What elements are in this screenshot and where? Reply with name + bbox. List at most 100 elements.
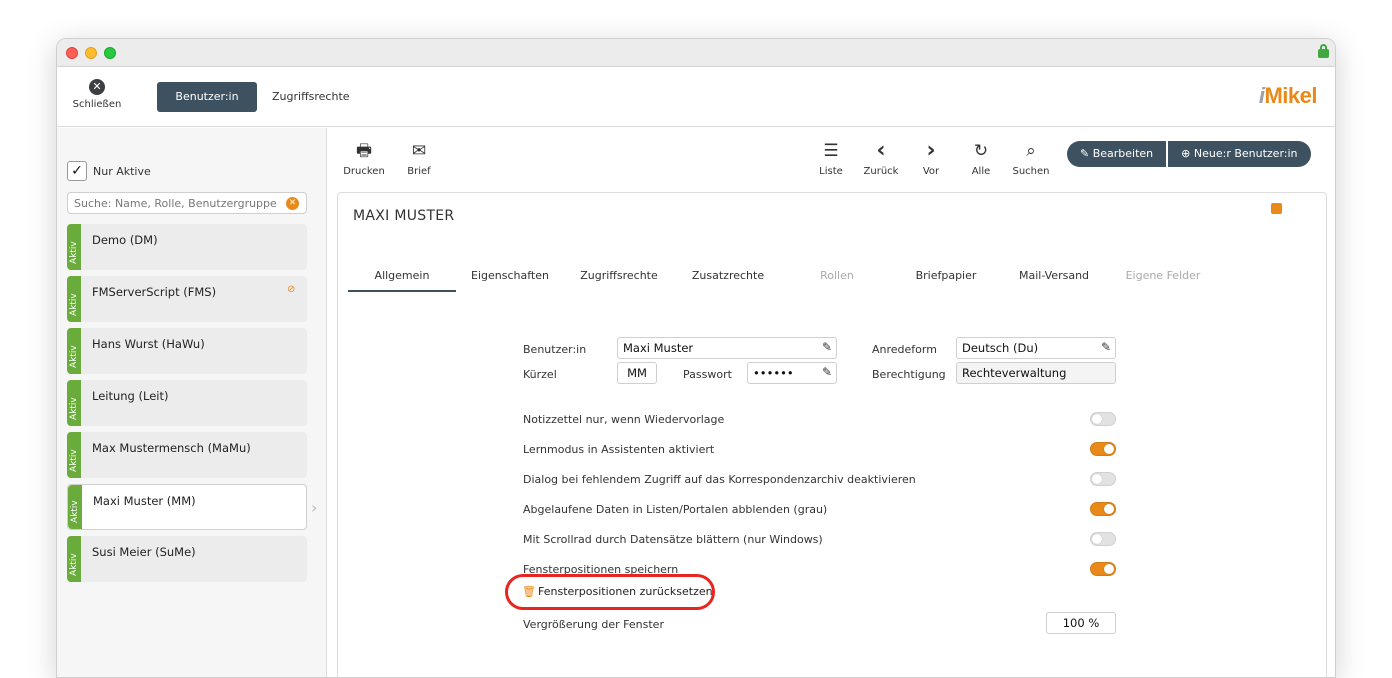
- setting-toggle[interactable]: [1090, 442, 1116, 456]
- minimize-window-button[interactable]: [85, 47, 97, 59]
- tab-users[interactable]: Benutzer:in: [157, 82, 257, 112]
- status-badge: Aktiv: [67, 380, 81, 426]
- salutation-value: Deutsch (Du): [962, 341, 1039, 355]
- search-placeholder: Suche: Name, Rolle, Benutzergruppe: [74, 197, 277, 210]
- tab-general[interactable]: Allgemein: [348, 266, 456, 292]
- user-name: Maxi Muster (MM): [93, 494, 196, 508]
- all-label: Alle: [971, 166, 991, 177]
- status-label: Aktiv: [69, 345, 79, 368]
- permission-label: Berechtigung: [872, 368, 946, 381]
- user-list-item[interactable]: Aktiv Maxi Muster (MM): [67, 484, 307, 530]
- status-badge: Aktiv: [67, 536, 81, 582]
- sticky-note-icon[interactable]: [1271, 203, 1282, 214]
- salutation-label: Anredeform: [872, 343, 937, 356]
- trash-icon: 🗑: [522, 585, 536, 598]
- user-list-item[interactable]: Aktiv Susi Meier (SuMe): [67, 536, 307, 582]
- permission-field[interactable]: Rechteverwaltung: [956, 362, 1116, 384]
- user-field[interactable]: Maxi Muster ✎: [617, 337, 837, 359]
- edit-button[interactable]: ✎ Bearbeiten: [1067, 141, 1167, 167]
- user-detail-card: MAXI MUSTER Allgemein Eigenschaften Zugr…: [337, 192, 1327, 677]
- new-user-button[interactable]: ⊕ Neue:r Benutzer:in: [1168, 141, 1311, 167]
- back-button[interactable]: ‹ Zurück: [856, 140, 906, 178]
- close-button[interactable]: ✕ Schließen: [69, 79, 125, 110]
- status-label: Aktiv: [69, 397, 79, 420]
- close-label: Schließen: [72, 99, 122, 110]
- password-field[interactable]: •••••• ✎: [747, 362, 837, 384]
- clear-search-icon[interactable]: ✕: [286, 197, 299, 210]
- user-name: Leitung (Leit): [92, 389, 169, 403]
- tab-roles[interactable]: Rollen: [782, 266, 892, 292]
- setting-toggle[interactable]: [1090, 532, 1116, 546]
- only-active-checkbox[interactable]: ✓: [67, 161, 87, 181]
- user-list-item[interactable]: Aktiv Leitung (Leit): [67, 380, 307, 426]
- user-list-item[interactable]: Aktiv Max Mustermensch (MaMu): [67, 432, 307, 478]
- setting-toggle[interactable]: [1090, 412, 1116, 426]
- zoom-window-button[interactable]: [104, 47, 116, 59]
- edit-label: Bearbeiten: [1092, 147, 1154, 160]
- setting-toggle[interactable]: [1090, 562, 1116, 576]
- setting-toggle[interactable]: [1090, 472, 1116, 486]
- reset-window-positions-button[interactable]: 🗑 Fensterpositionen zurücksetzen: [505, 574, 715, 610]
- salutation-field[interactable]: Deutsch (Du) ✎: [956, 337, 1116, 359]
- pencil-icon[interactable]: ✎: [822, 365, 832, 379]
- user-value: Maxi Muster: [623, 341, 694, 355]
- status-badge: Aktiv: [67, 224, 81, 270]
- record-title: MAXI MUSTER: [353, 208, 455, 224]
- search-input[interactable]: Suche: Name, Rolle, Benutzergruppe ✕: [67, 192, 307, 214]
- all-button[interactable]: ↻ Alle: [956, 141, 1006, 177]
- short-label: Kürzel: [523, 368, 557, 381]
- print-label: Drucken: [343, 166, 385, 177]
- zoom-label: Vergrößerung der Fenster: [523, 618, 664, 631]
- status-label: Aktiv: [69, 293, 79, 316]
- status-label: Aktiv: [69, 449, 79, 472]
- zoom-field[interactable]: 100 %: [1046, 612, 1116, 634]
- search-button[interactable]: ⌕ Suchen: [1006, 141, 1056, 177]
- pencil-icon[interactable]: ✎: [1101, 340, 1111, 354]
- user-list-item[interactable]: Aktiv Demo (DM): [67, 224, 307, 270]
- user-list-item[interactable]: Aktiv Hans Wurst (HaWu): [67, 328, 307, 374]
- user-label: Benutzer:in: [523, 343, 587, 356]
- list-icon: ☰: [823, 141, 839, 161]
- password-label: Passwort: [683, 368, 732, 381]
- tab-properties[interactable]: Eigenschaften: [456, 266, 564, 292]
- setting-label: Abgelaufene Daten in Listen/Portalen abb…: [523, 503, 828, 516]
- tab-access-rights[interactable]: Zugriffsrechte: [564, 266, 674, 292]
- user-list-item[interactable]: Aktiv FMServerScript (FMS) ⊘: [67, 276, 307, 322]
- tab-mail-sending[interactable]: Mail-Versand: [1000, 266, 1108, 292]
- short-field[interactable]: MM: [617, 362, 657, 384]
- forward-button[interactable]: › Vor: [906, 138, 956, 178]
- letter-button[interactable]: ✉ Brief: [394, 141, 444, 177]
- back-label: Zurück: [863, 166, 899, 177]
- app-window: ✕ Schließen Benutzer:in Zugriffsrechte i…: [56, 38, 1336, 678]
- status-badge: Aktiv: [67, 328, 81, 374]
- envelope-icon: ✉: [411, 141, 427, 161]
- tab-access-rights[interactable]: Zugriffsrechte: [272, 82, 350, 112]
- only-active-filter[interactable]: ✓ Nur Aktive: [67, 161, 151, 181]
- setting-label: Lernmodus in Assistenten aktiviert: [523, 443, 715, 456]
- status-label: Aktiv: [69, 241, 79, 264]
- close-window-button[interactable]: [66, 47, 78, 59]
- user-sidebar: ✓ Nur Aktive Suche: Name, Rolle, Benutze…: [57, 128, 327, 677]
- list-label: Liste: [819, 166, 843, 177]
- magnifier-icon: ⌕: [1026, 141, 1036, 161]
- pencil-icon: ✎: [1080, 147, 1093, 160]
- status-badge: Aktiv: [68, 485, 82, 529]
- search-label: Suchen: [1012, 166, 1050, 177]
- printer-icon: 🖶: [355, 141, 373, 161]
- new-user-label: Neue:r Benutzer:in: [1193, 147, 1298, 160]
- user-name: Susi Meier (SuMe): [92, 545, 196, 559]
- tab-additional-rights[interactable]: Zusatzrechte: [674, 266, 782, 292]
- print-button[interactable]: 🖶 Drucken: [339, 141, 389, 177]
- setting-label: Notizzettel nur, wenn Wiedervorlage: [523, 413, 725, 426]
- list-button[interactable]: ☰ Liste: [806, 141, 856, 177]
- action-buttons: ✎ Bearbeiten ⊕ Neue:r Benutzer:in: [1067, 141, 1311, 167]
- setting-toggle[interactable]: [1090, 502, 1116, 516]
- status-label: Aktiv: [69, 553, 79, 576]
- pencil-icon[interactable]: ✎: [822, 340, 832, 354]
- tab-letterhead[interactable]: Briefpapier: [892, 266, 1000, 292]
- refresh-icon: ↻: [973, 141, 989, 161]
- setting-label: Mit Scrollrad durch Datensätze blättern …: [523, 533, 823, 546]
- chevron-right-icon: ›: [926, 138, 936, 163]
- tab-custom-fields[interactable]: Eigene Felder: [1108, 266, 1218, 292]
- user-name: Max Mustermensch (MaMu): [92, 441, 251, 455]
